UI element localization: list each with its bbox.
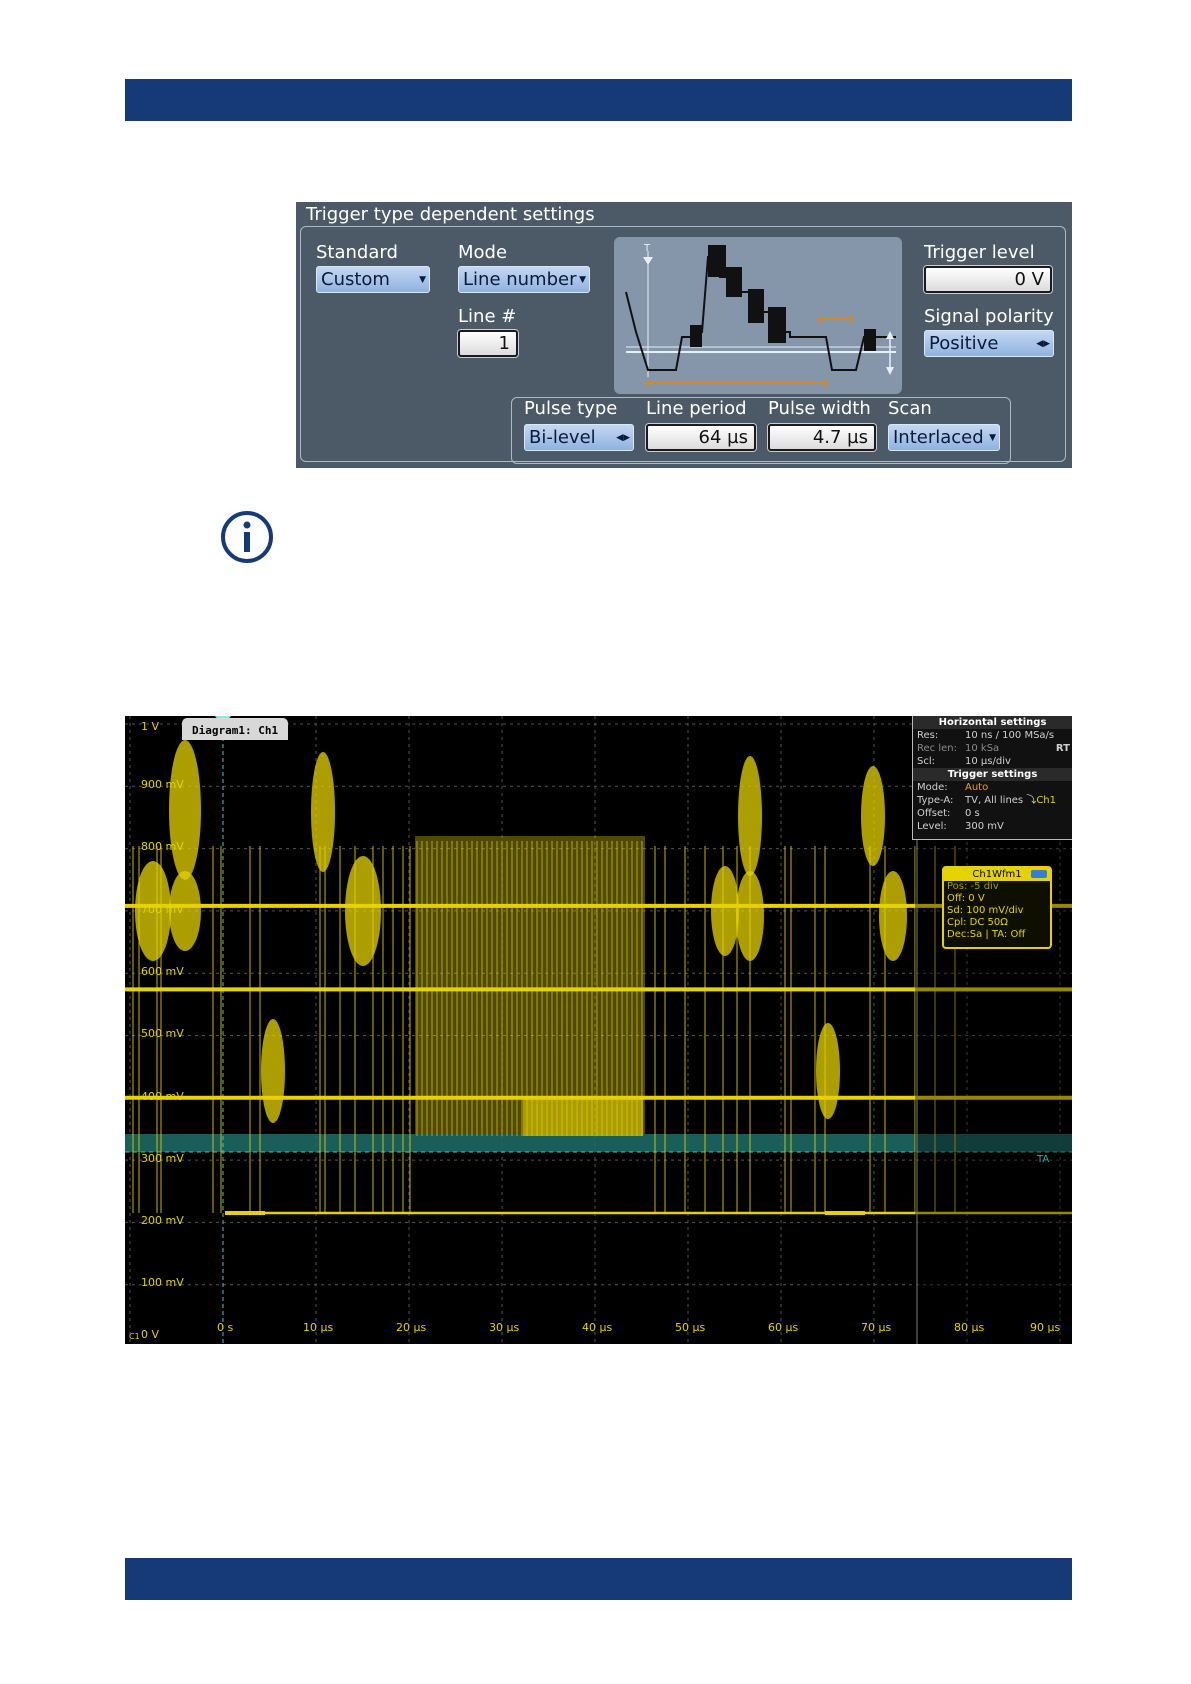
x-label-30us: 30 µs xyxy=(489,1321,520,1334)
color-burst xyxy=(736,871,764,961)
line-period-label: Line period xyxy=(646,398,747,419)
mode-dropdown[interactable]: Line number ▼ xyxy=(458,266,590,293)
reclen-row: Rec len: 10 kSa RT xyxy=(917,743,1070,754)
chevron-down-icon: ▼ xyxy=(419,275,426,285)
color-burst xyxy=(738,756,762,876)
x-label-20us: 20 µs xyxy=(396,1321,427,1334)
pulse-width-label: Pulse width xyxy=(768,398,871,419)
wfm-offset: Off: 0 V xyxy=(947,893,985,904)
waveform-header: Ch1Wfm1 xyxy=(944,868,1050,881)
line-period-input[interactable]: 64 µs xyxy=(646,424,756,451)
scl-row: Scl: 10 µs/div xyxy=(917,756,1011,767)
x-label-90us: 90 µs xyxy=(1030,1321,1061,1334)
trigger-type-row: Type-A: TV, All lines ⤵Ch1 xyxy=(917,795,1057,806)
mode-label: Mode xyxy=(458,242,508,263)
y-label-300mv: 300 mV xyxy=(141,1152,184,1165)
oscilloscope-diagram: Diagram1: Ch1 1 V 900 mV 800 mV 700 mV 6… xyxy=(125,716,1072,1344)
y-label-200mv: 200 mV xyxy=(141,1214,184,1227)
trigger-settings-panel: Trigger type dependent settings Standard… xyxy=(296,202,1072,468)
mode-value: Line number xyxy=(463,269,577,290)
horizontal-settings-header: Horizontal settings xyxy=(913,716,1072,729)
x-label-80us: 80 µs xyxy=(954,1321,985,1334)
trigger-mode-row: Mode: Auto xyxy=(917,782,989,793)
tv-signal-preview: T xyxy=(614,237,902,394)
y-label-0v: 0 V xyxy=(141,1328,160,1341)
y-label-400mv: 400 mV xyxy=(141,1090,184,1103)
info-icon-graphic xyxy=(221,511,273,563)
color-burst xyxy=(816,1023,840,1119)
info-icon xyxy=(220,510,274,564)
channel-waveform-box[interactable]: Ch1Wfm1 Pos: -5 div Off: 0 V Sd: 100 mV/… xyxy=(942,866,1052,949)
wfm-pos: Pos: -5 div xyxy=(947,881,999,892)
color-burst xyxy=(261,1019,285,1123)
toggle-arrows-icon: ◀▶ xyxy=(616,433,630,443)
color-burst xyxy=(861,766,885,866)
line-label: Line # xyxy=(458,306,517,327)
pulse-width-input[interactable]: 4.7 µs xyxy=(768,424,876,451)
wfm-coupling: Cpl: DC 50Ω xyxy=(947,917,1008,928)
trigger-offset-row: Offset: 0 s xyxy=(917,808,980,819)
waveform-burst-block xyxy=(523,1096,643,1136)
color-burst xyxy=(169,740,201,880)
trigger-level-input[interactable]: 0 V xyxy=(924,266,1052,293)
scan-label: Scan xyxy=(888,398,932,419)
tv-signal-preview-graphic: T xyxy=(625,243,896,387)
y-label-700mv: 700 mV xyxy=(141,903,184,916)
y-label-900mv: 900 mV xyxy=(141,778,184,791)
waveform-dense-region xyxy=(415,836,645,1134)
scan-dropdown[interactable]: Interlaced ▼ xyxy=(888,424,1000,451)
signal-polarity-value: Positive xyxy=(929,333,999,354)
x-label-40us: 40 µs xyxy=(582,1321,613,1334)
x-label-50us: 50 µs xyxy=(675,1321,706,1334)
y-label-500mv: 500 mV xyxy=(141,1027,184,1040)
x-label-10us: 10 µs xyxy=(303,1321,334,1334)
wfm-scale: Sd: 100 mV/div xyxy=(947,905,1024,916)
chevron-down-icon: ▼ xyxy=(579,275,586,285)
toggle-arrows-icon: ◀▶ xyxy=(1036,339,1050,349)
trigger-level-label: Trigger level xyxy=(924,242,1035,263)
chevron-down-icon: ▼ xyxy=(989,433,996,443)
line-number-input[interactable]: 1 xyxy=(458,330,518,357)
standard-label: Standard xyxy=(316,242,398,263)
y-label-100mv: 100 mV xyxy=(141,1276,184,1289)
x-label-70us: 70 µs xyxy=(861,1321,892,1334)
trigger-settings-header: Trigger settings xyxy=(913,768,1072,781)
pulse-type-dropdown[interactable]: Bi-level ◀▶ xyxy=(524,424,634,451)
footer-band xyxy=(125,1558,1072,1600)
pulse-type-label: Pulse type xyxy=(524,398,618,419)
color-burst xyxy=(879,871,907,961)
y-label-800mv: 800 mV xyxy=(141,840,184,853)
standard-value: Custom xyxy=(321,269,390,290)
horizontal-trigger-info-box: Horizontal settings Res: 10 ns / 100 MSa/… xyxy=(912,716,1072,840)
c1-marker: C1 xyxy=(129,1332,140,1341)
color-burst xyxy=(311,752,335,872)
panel-title: Trigger type dependent settings xyxy=(306,204,595,225)
wfm-decimation: Dec:Sa | TA: Off xyxy=(947,929,1026,940)
minimize-icon[interactable] xyxy=(1031,870,1047,878)
signal-polarity-label: Signal polarity xyxy=(924,306,1054,327)
standard-dropdown[interactable]: Custom ▼ xyxy=(316,266,430,293)
y-label-600mv: 600 mV xyxy=(141,965,184,978)
color-burst xyxy=(345,856,381,966)
scan-value: Interlaced xyxy=(893,427,984,448)
signal-polarity-dropdown[interactable]: Positive ◀▶ xyxy=(924,330,1054,357)
diagram-tab[interactable]: Diagram1: Ch1 xyxy=(182,718,289,740)
x-label-0s: 0 s xyxy=(217,1321,234,1334)
color-burst xyxy=(711,866,739,956)
x-label-60us: 60 µs xyxy=(768,1321,799,1334)
header-band xyxy=(125,79,1072,121)
ta-marker: TA xyxy=(1037,1154,1050,1165)
falling-edge-icon: ⤵ xyxy=(1026,795,1037,806)
y-label-1v: 1 V xyxy=(141,720,160,733)
trigger-level-row: Level: 300 mV xyxy=(917,821,1004,832)
pulse-type-value: Bi-level xyxy=(529,427,596,448)
svg-text:T: T xyxy=(643,243,651,254)
res-row: Res: 10 ns / 100 MSa/s xyxy=(917,730,1055,741)
